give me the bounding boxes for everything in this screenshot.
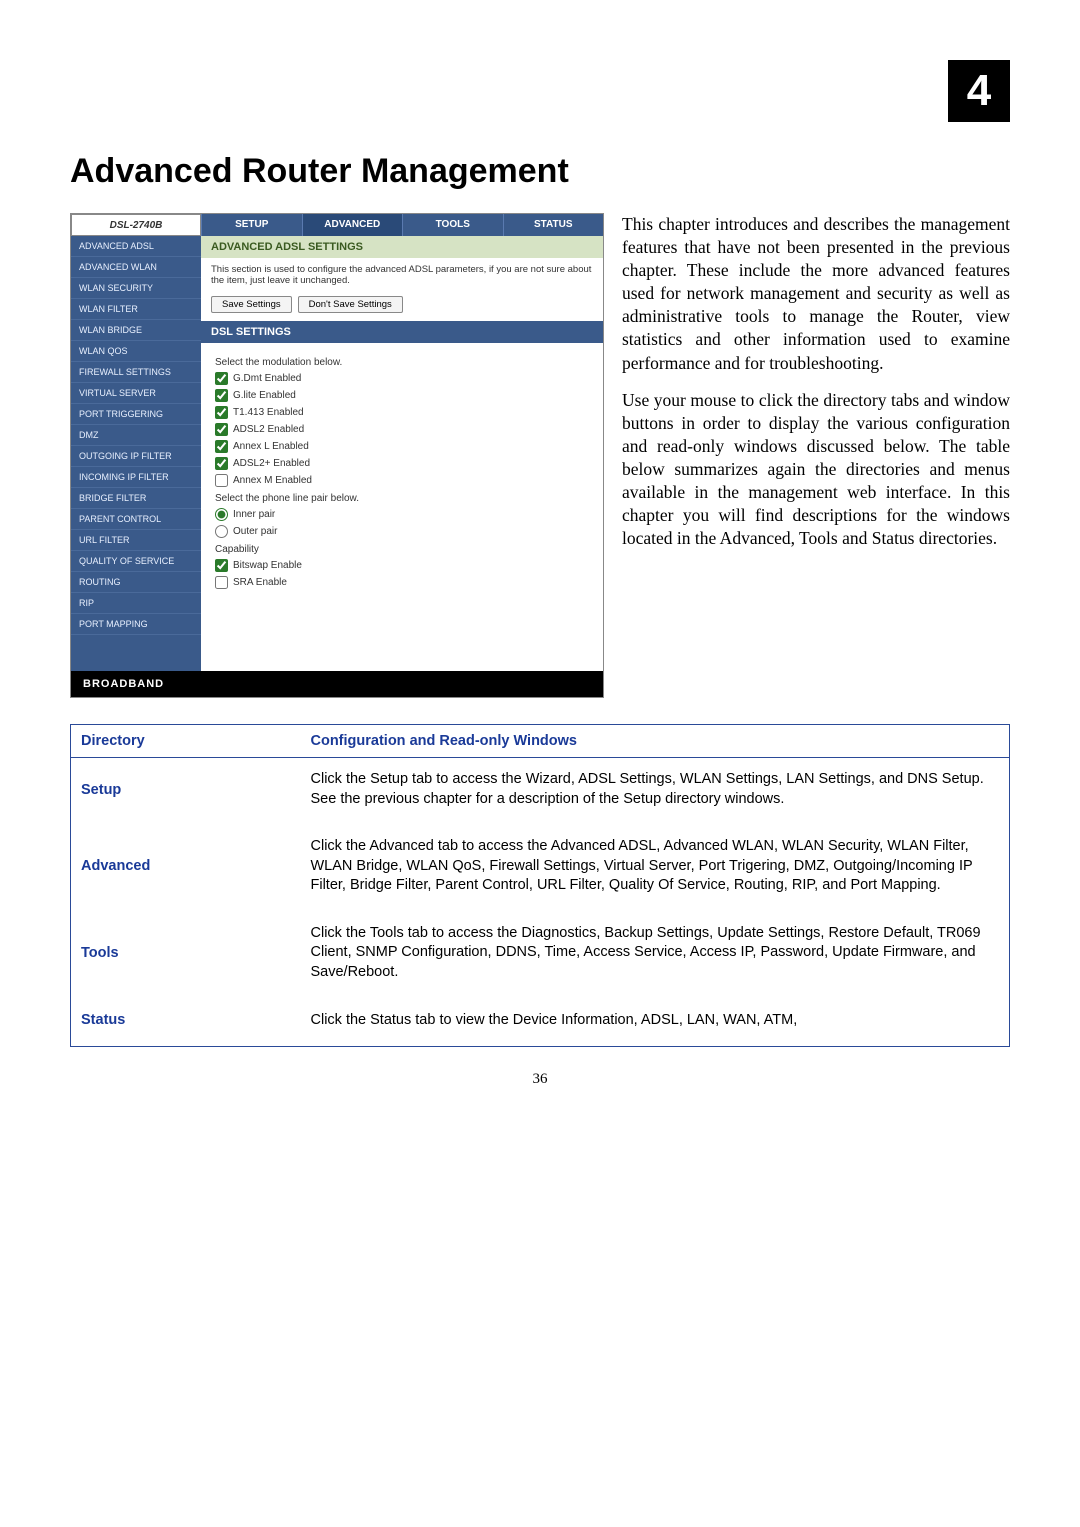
tab-advanced[interactable]: ADVANCED — [302, 214, 403, 236]
page-number: 36 — [70, 1071, 1010, 1088]
table-row: Advanced Click the Advanced tab to acces… — [71, 825, 1010, 912]
nav-parent-control[interactable]: PARENT CONTROL — [71, 509, 201, 530]
intro-text: This chapter introduces and describes th… — [622, 213, 1010, 698]
tab-status[interactable]: STATUS — [503, 214, 604, 236]
radio-inner-pair[interactable]: Inner pair — [215, 508, 589, 521]
chk-annexm[interactable]: Annex M Enabled — [215, 474, 589, 487]
tab-setup[interactable]: SETUP — [201, 214, 302, 236]
nav-wlan-bridge[interactable]: WLAN BRIDGE — [71, 320, 201, 341]
dir-status: Status — [71, 999, 301, 1047]
nav-wlan-filter[interactable]: WLAN FILTER — [71, 299, 201, 320]
dont-save-settings-button[interactable]: Don't Save Settings — [298, 296, 403, 313]
chk-sra[interactable]: SRA Enable — [215, 576, 589, 589]
chapter-badge: 4 — [948, 60, 1010, 122]
radio-outer-pair[interactable]: Outer pair — [215, 525, 589, 538]
nav-dmz[interactable]: DMZ — [71, 425, 201, 446]
table-row: Status Click the Status tab to view the … — [71, 999, 1010, 1047]
modulation-label: Select the modulation below. — [215, 357, 589, 368]
nav-bridge-filter[interactable]: BRIDGE FILTER — [71, 488, 201, 509]
nav-firewall[interactable]: FIREWALL SETTINGS — [71, 362, 201, 383]
directory-table: Directory Configuration and Read-only Wi… — [70, 724, 1010, 1047]
adsl-settings-header: ADVANCED ADSL SETTINGS — [201, 236, 603, 258]
nav-advanced-wlan[interactable]: ADVANCED WLAN — [71, 257, 201, 278]
nav-wlan-qos[interactable]: WLAN QOS — [71, 341, 201, 362]
table-row: Tools Click the Tools tab to access the … — [71, 912, 1010, 999]
dir-status-desc: Click the Status tab to view the Device … — [301, 999, 1010, 1047]
intro-paragraph-2: Use your mouse to click the directory ta… — [622, 389, 1010, 551]
nav-incoming-ip[interactable]: INCOMING IP FILTER — [71, 467, 201, 488]
th-config: Configuration and Read-only Windows — [301, 725, 1010, 758]
nav-virtual-server[interactable]: VIRTUAL SERVER — [71, 383, 201, 404]
th-directory: Directory — [71, 725, 301, 758]
nav-url-filter[interactable]: URL FILTER — [71, 530, 201, 551]
pair-label: Select the phone line pair below. — [215, 493, 589, 504]
dir-advanced: Advanced — [71, 825, 301, 912]
nav-qos[interactable]: QUALITY OF SERVICE — [71, 551, 201, 572]
save-settings-button[interactable]: Save Settings — [211, 296, 292, 313]
table-row: Setup Click the Setup tab to access the … — [71, 758, 1010, 826]
nav-port-mapping[interactable]: PORT MAPPING — [71, 614, 201, 635]
page-title: Advanced Router Management — [70, 152, 1010, 191]
dir-tools-desc: Click the Tools tab to access the Diagno… — [301, 912, 1010, 999]
chk-glite[interactable]: G.lite Enabled — [215, 389, 589, 402]
dir-setup: Setup — [71, 758, 301, 826]
nav-advanced-adsl[interactable]: ADVANCED ADSL — [71, 236, 201, 257]
broadband-footer: BROADBAND — [71, 671, 603, 697]
nav-rip[interactable]: RIP — [71, 593, 201, 614]
nav-wlan-security[interactable]: WLAN SECURITY — [71, 278, 201, 299]
tab-tools[interactable]: TOOLS — [402, 214, 503, 236]
chk-adsl2plus[interactable]: ADSL2+ Enabled — [215, 457, 589, 470]
intro-paragraph-1: This chapter introduces and describes th… — [622, 213, 1010, 375]
router-tabs: SETUP ADVANCED TOOLS STATUS — [201, 214, 603, 236]
router-admin-mock: DSL-2740B SETUP ADVANCED TOOLS STATUS AD… — [70, 213, 604, 698]
nav-port-triggering[interactable]: PORT TRIGGERING — [71, 404, 201, 425]
router-sidebar: ADVANCED ADSL ADVANCED WLAN WLAN SECURIT… — [71, 236, 201, 671]
chk-bitswap[interactable]: Bitswap Enable — [215, 559, 589, 572]
chk-gdmt[interactable]: G.Dmt Enabled — [215, 372, 589, 385]
chk-annexl[interactable]: Annex L Enabled — [215, 440, 589, 453]
nav-routing[interactable]: ROUTING — [71, 572, 201, 593]
nav-outgoing-ip[interactable]: OUTGOING IP FILTER — [71, 446, 201, 467]
chk-adsl2[interactable]: ADSL2 Enabled — [215, 423, 589, 436]
chk-t1413[interactable]: T1.413 Enabled — [215, 406, 589, 419]
dir-advanced-desc: Click the Advanced tab to access the Adv… — [301, 825, 1010, 912]
dir-setup-desc: Click the Setup tab to access the Wizard… — [301, 758, 1010, 826]
dir-tools: Tools — [71, 912, 301, 999]
device-logo: DSL-2740B — [71, 214, 201, 236]
dsl-settings-header: DSL SETTINGS — [201, 321, 603, 343]
capability-label: Capability — [215, 544, 589, 555]
adsl-settings-desc: This section is used to configure the ad… — [201, 258, 603, 292]
